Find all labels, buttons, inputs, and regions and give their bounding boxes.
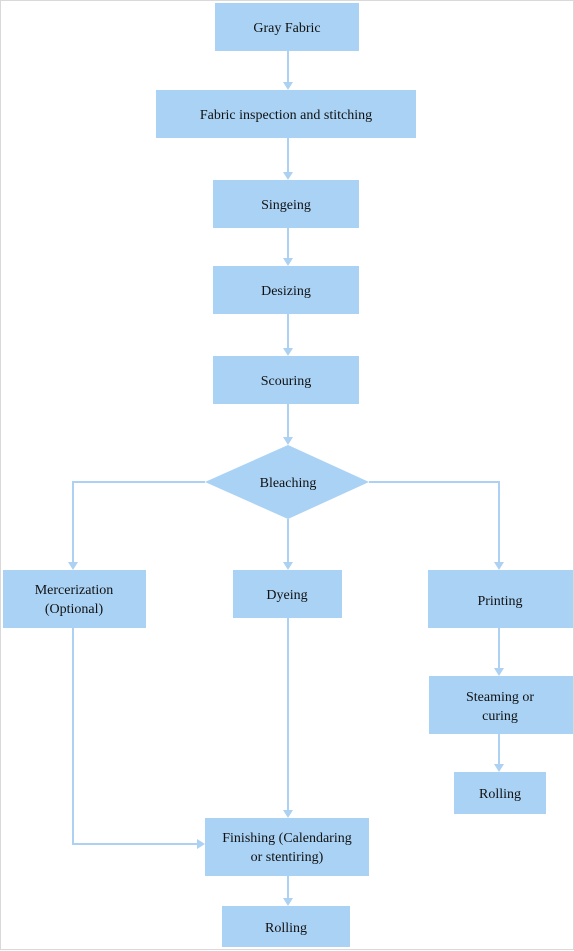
arrowhead xyxy=(283,562,293,570)
node-label: or stentiring) xyxy=(251,850,324,865)
node-label: Fabric inspection and stitching xyxy=(200,108,372,123)
node-gray-fabric: Gray Fabric xyxy=(215,3,359,51)
node-label: Mercerization xyxy=(35,583,114,598)
edge-bleaching-to-mercerization xyxy=(72,481,205,565)
node-steaming-curing: Steaming or curing xyxy=(429,676,573,734)
arrowhead xyxy=(197,839,205,849)
flowchart: Gray Fabric Fabric inspection and stitch… xyxy=(0,0,574,950)
arrowhead xyxy=(68,562,78,570)
node-dyeing: Dyeing xyxy=(233,570,342,618)
node-label: curing xyxy=(482,709,518,724)
node-label: Bleaching xyxy=(260,476,317,491)
node-singeing: Singeing xyxy=(213,180,359,228)
arrowhead xyxy=(283,437,293,445)
node-label: Rolling xyxy=(265,921,307,936)
arrowhead xyxy=(283,82,293,90)
node-desizing: Desizing xyxy=(213,266,359,314)
node-bleaching-decision: Bleaching xyxy=(205,445,369,519)
node-printing: Printing xyxy=(428,570,573,628)
arrowhead xyxy=(283,348,293,356)
arrowhead xyxy=(283,810,293,818)
node-label: Printing xyxy=(477,594,522,609)
node-fabric-inspection: Fabric inspection and stitching xyxy=(156,90,416,138)
node-finishing: Finishing (Calendaring or stentiring) xyxy=(205,818,369,876)
node-label: Finishing (Calendaring xyxy=(222,831,352,846)
edge-mercerization-to-finishing xyxy=(72,628,200,845)
arrowhead xyxy=(494,764,504,772)
node-label: (Optional) xyxy=(45,602,104,617)
node-rolling-bottom: Rolling xyxy=(222,906,350,947)
node-rolling-right: Rolling xyxy=(454,772,546,814)
node-label: Desizing xyxy=(261,284,311,299)
arrowhead xyxy=(494,668,504,676)
arrowhead xyxy=(283,172,293,180)
arrowhead xyxy=(283,898,293,906)
node-label: Scouring xyxy=(261,374,312,389)
edge-bleaching-to-printing xyxy=(369,481,500,565)
node-label: Rolling xyxy=(479,787,521,802)
node-label: Gray Fabric xyxy=(253,21,320,36)
node-label: Dyeing xyxy=(266,588,307,603)
node-scouring: Scouring xyxy=(213,356,359,404)
node-label: Singeing xyxy=(261,198,311,213)
arrowhead xyxy=(494,562,504,570)
arrowhead xyxy=(283,258,293,266)
node-label: Steaming or xyxy=(466,690,534,705)
node-mercerization: Mercerization (Optional) xyxy=(3,570,146,628)
flowchart-canvas: Gray Fabric Fabric inspection and stitch… xyxy=(3,3,573,947)
